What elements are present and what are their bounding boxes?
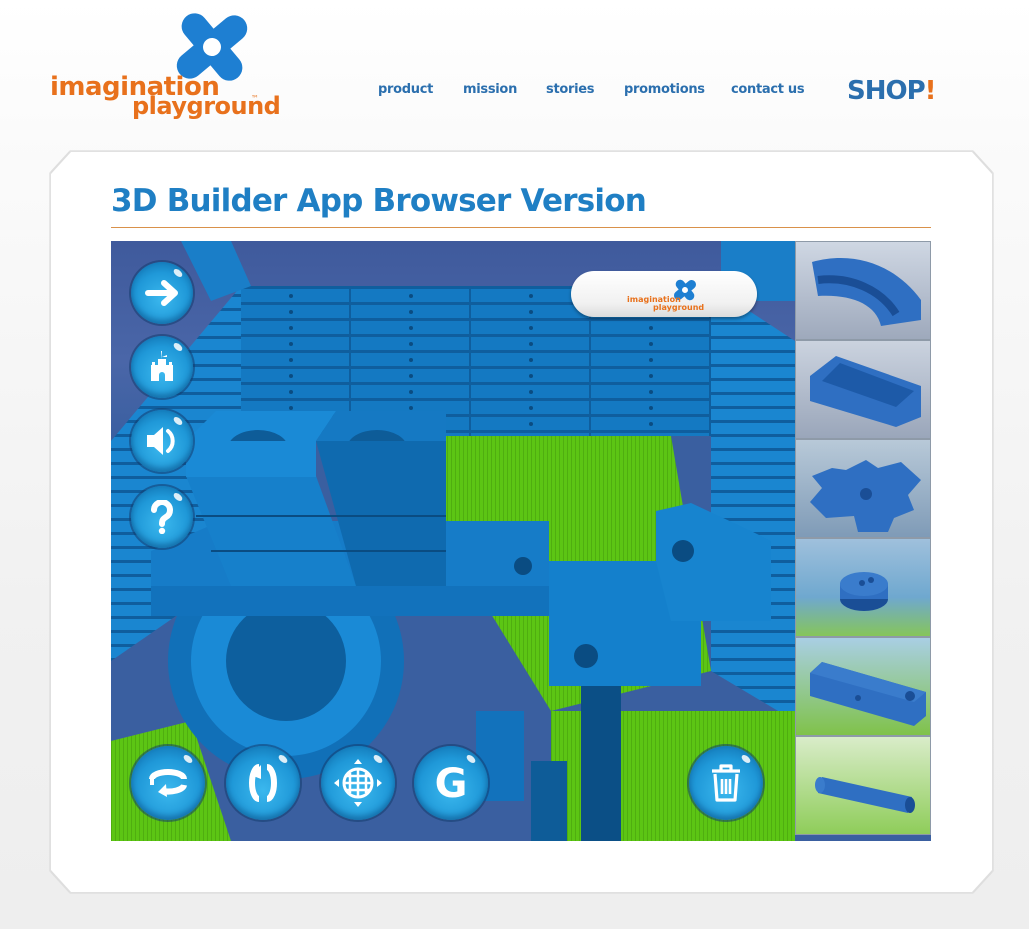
help-button[interactable] — [131, 486, 193, 548]
globe-move-icon — [334, 759, 382, 807]
bridge-hole — [574, 644, 598, 668]
palette-item-gear-wheel[interactable] — [795, 439, 931, 538]
nav-stories[interactable]: stories — [546, 82, 595, 97]
home-button[interactable] — [131, 336, 193, 398]
g-letter-icon: G — [435, 761, 468, 805]
palette-item-round-connector[interactable] — [795, 538, 931, 637]
g-letter: G — [435, 761, 468, 805]
pan-view-button[interactable] — [321, 746, 395, 820]
parts-palette — [795, 241, 931, 841]
cylinder-rod-icon — [815, 777, 915, 813]
rotate-horizontal-button[interactable] — [131, 746, 205, 820]
trash-icon — [712, 764, 740, 802]
palette-item-curved-channel[interactable] — [795, 241, 931, 340]
straight-channel-icon — [810, 356, 921, 427]
nav-product[interactable]: product — [378, 82, 433, 97]
castle-icon — [151, 351, 173, 381]
support-column — [581, 686, 621, 841]
nav-promotions[interactable]: promotions — [624, 82, 705, 97]
builder-app-viewport[interactable]: imagination playground G — [111, 241, 931, 841]
splash-logo-badge: imagination playground — [571, 271, 757, 317]
platform-hole — [514, 557, 532, 575]
shop-text: SHOP — [847, 76, 926, 106]
gear-wheel-icon — [810, 460, 921, 532]
ring-inner — [226, 601, 346, 721]
shop-bang: ! — [924, 76, 937, 106]
rotate-vertical-button[interactable] — [226, 746, 300, 820]
platform-front — [151, 586, 549, 616]
curved-channel-icon — [812, 258, 921, 326]
question-mark-icon — [151, 500, 173, 534]
rotate-vertical-icon — [249, 764, 277, 802]
palette-item-straight-channel[interactable] — [795, 340, 931, 439]
speaker-icon — [147, 427, 175, 455]
square-brick-icon — [810, 662, 926, 726]
delete-button[interactable] — [689, 746, 763, 820]
sound-button[interactable] — [131, 410, 193, 472]
title-divider — [111, 227, 931, 228]
round-connector-icon — [840, 572, 888, 611]
arrow-right-icon — [145, 280, 178, 306]
next-button[interactable] — [131, 262, 193, 324]
palette-item-square-brick[interactable] — [795, 637, 931, 736]
brand-logo[interactable]: imagination playground ™ — [48, 10, 281, 122]
right-wall — [711, 286, 795, 721]
gravity-button[interactable]: G — [414, 746, 488, 820]
block-stack-left-top-face — [186, 441, 316, 477]
nav-contact-us[interactable]: contact us — [731, 82, 805, 97]
rotate-horizontal-icon — [149, 769, 187, 797]
right-arch-hole — [672, 540, 694, 562]
palette-item-cylinder-rod[interactable] — [795, 736, 931, 835]
badge-line-2: playground — [653, 303, 705, 312]
shop-link[interactable]: SHOP! — [847, 76, 937, 106]
page-title: 3D Builder App Browser Version — [111, 183, 647, 219]
nav-mission[interactable]: mission — [463, 82, 517, 97]
support-column — [531, 761, 567, 841]
